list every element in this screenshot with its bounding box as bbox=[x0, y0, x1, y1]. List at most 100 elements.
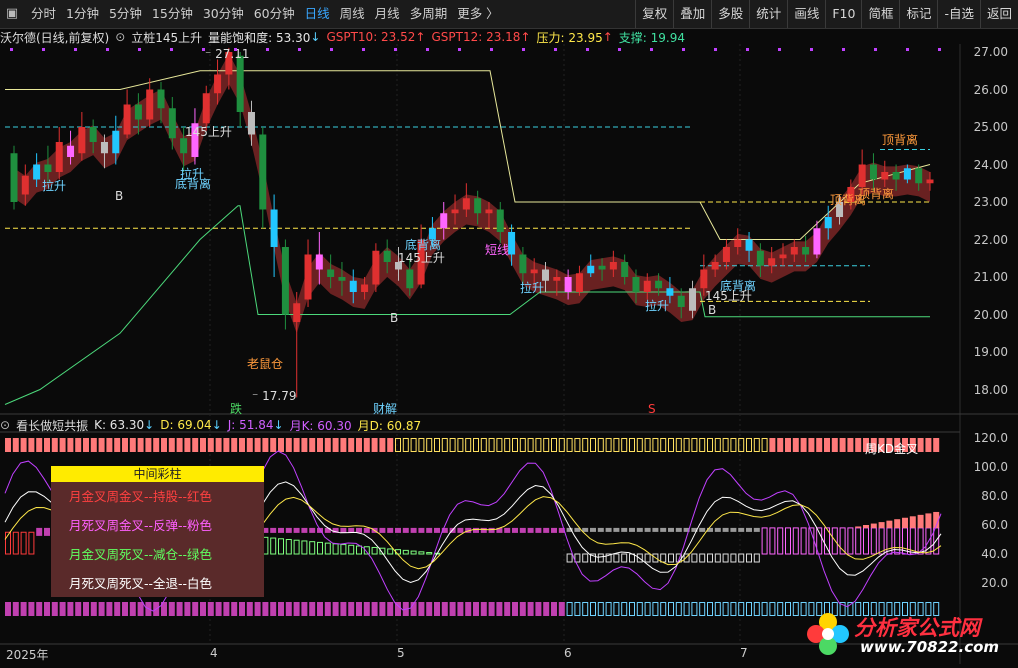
legend-row: 月死叉周死叉--全退--白色 bbox=[69, 576, 213, 591]
band-block bbox=[192, 438, 199, 452]
menu-icon[interactable]: ▣ bbox=[4, 6, 20, 22]
candle-body bbox=[247, 112, 255, 135]
toolbar-button-1[interactable]: 叠加 bbox=[673, 0, 711, 28]
band-block bbox=[558, 602, 565, 616]
osc-bar bbox=[270, 537, 277, 555]
period-tab-3[interactable]: 15分钟 bbox=[147, 0, 198, 28]
band-block bbox=[332, 602, 339, 616]
period-tab-8[interactable]: 月线 bbox=[370, 0, 405, 28]
annot-label: 短线 bbox=[485, 243, 509, 257]
toolbar-button-6[interactable]: 简框 bbox=[861, 0, 899, 28]
support-value: 支撑: 19.94 bbox=[618, 30, 685, 45]
band-block bbox=[254, 602, 261, 616]
period-tab-1[interactable]: 1分钟 bbox=[61, 0, 104, 28]
band-block bbox=[566, 602, 573, 616]
annot-label: B bbox=[390, 311, 398, 325]
price-tick: 18.00 bbox=[973, 382, 1008, 397]
period-tab-0[interactable]: 分时 bbox=[26, 0, 61, 28]
osc-bar bbox=[12, 531, 19, 555]
band-block bbox=[543, 602, 550, 616]
band-block bbox=[363, 438, 370, 452]
period-tab-4[interactable]: 30分钟 bbox=[198, 0, 249, 28]
annot-label: B bbox=[708, 303, 716, 317]
candle-body bbox=[451, 209, 459, 214]
band-block bbox=[785, 602, 791, 616]
band-block bbox=[496, 602, 503, 616]
band-block bbox=[441, 602, 448, 616]
toolbar-button-2[interactable]: 多股 bbox=[711, 0, 749, 28]
osc-bar bbox=[636, 527, 643, 532]
osc-bar bbox=[660, 527, 667, 532]
osc-bar bbox=[925, 513, 932, 528]
osc-bar bbox=[551, 527, 557, 533]
pressure-value: 压力: 23.95 bbox=[536, 30, 603, 45]
candle-body bbox=[768, 258, 776, 266]
osc-tick: 100.0 bbox=[973, 460, 1008, 474]
osc-circle-icon[interactable]: ⊙ bbox=[0, 418, 10, 432]
candle-body bbox=[44, 164, 52, 172]
down-arrow-icon: ↓ bbox=[144, 418, 155, 432]
toolbar-button-3[interactable]: 统计 bbox=[749, 0, 787, 28]
marker-dot bbox=[170, 48, 173, 51]
band-block bbox=[722, 602, 729, 616]
band-block bbox=[792, 602, 799, 616]
candle-body bbox=[157, 89, 165, 109]
indicator-circle-icon[interactable]: ⊙ bbox=[115, 30, 125, 44]
band-block bbox=[504, 602, 511, 616]
band-block bbox=[356, 602, 362, 616]
period-tab-5[interactable]: 60分钟 bbox=[249, 0, 300, 28]
period-tab-6[interactable]: 日线 bbox=[300, 0, 335, 28]
osc-bar bbox=[769, 527, 776, 555]
band-block bbox=[691, 438, 698, 452]
osc-bar bbox=[488, 527, 495, 533]
down-arrow-icon: ↓ bbox=[273, 418, 284, 432]
osc-bar bbox=[613, 527, 620, 532]
band-block bbox=[917, 438, 924, 452]
period-tab-10[interactable]: 更多 〉 bbox=[452, 0, 503, 28]
toolbar-button-9[interactable]: 返回 bbox=[979, 0, 1018, 28]
band-block bbox=[379, 438, 386, 452]
toolbar-button-8[interactable]: -自选 bbox=[937, 0, 980, 28]
band-block bbox=[465, 438, 472, 452]
band-block bbox=[426, 438, 433, 452]
indicator-name[interactable]: 立桩145上升 bbox=[131, 29, 202, 46]
band-block bbox=[652, 602, 659, 616]
osc-bar bbox=[348, 544, 355, 555]
period-tab-2[interactable]: 5分钟 bbox=[104, 0, 147, 28]
toolbar-button-7[interactable]: 标记 bbox=[899, 0, 937, 28]
osc-bar bbox=[278, 527, 284, 533]
price-tick: 25.00 bbox=[973, 120, 1008, 134]
osc-indicator-name[interactable]: 看长做短共振 bbox=[16, 417, 88, 434]
annot-label: 财解 bbox=[373, 402, 397, 416]
band-block bbox=[574, 602, 581, 616]
osc-bar bbox=[870, 527, 877, 555]
band-block bbox=[317, 602, 323, 616]
band-block bbox=[348, 438, 355, 452]
band-block bbox=[371, 602, 378, 616]
candle-body bbox=[304, 254, 312, 300]
period-tab-7[interactable]: 周线 bbox=[335, 0, 370, 28]
osc-tick: 40.0 bbox=[981, 547, 1008, 561]
band-block bbox=[379, 602, 386, 616]
band-block bbox=[816, 438, 823, 452]
band-block bbox=[457, 438, 464, 452]
j-value: J: 51.84 bbox=[227, 418, 274, 432]
band-block bbox=[824, 438, 830, 452]
band-block bbox=[161, 438, 167, 452]
support-line bbox=[4, 205, 930, 405]
period-tab-9[interactable]: 多周期 bbox=[405, 0, 453, 28]
toolbar-button-5[interactable]: F10 bbox=[825, 0, 861, 28]
osc-bar bbox=[519, 527, 526, 533]
candle-body bbox=[168, 108, 176, 139]
band-block bbox=[707, 438, 713, 452]
band-block bbox=[465, 602, 472, 616]
k-value: K: 63.30 bbox=[94, 418, 145, 432]
band-block bbox=[418, 438, 425, 452]
toolbar-button-4[interactable]: 画线 bbox=[787, 0, 825, 28]
stock-title[interactable]: 沃尔德(日线,前复权) bbox=[0, 29, 109, 46]
osc-bar bbox=[668, 527, 674, 532]
band-block bbox=[98, 602, 105, 616]
toolbar-button-0[interactable]: 复权 bbox=[635, 0, 673, 28]
band-block bbox=[51, 438, 58, 452]
band-block bbox=[207, 602, 214, 616]
